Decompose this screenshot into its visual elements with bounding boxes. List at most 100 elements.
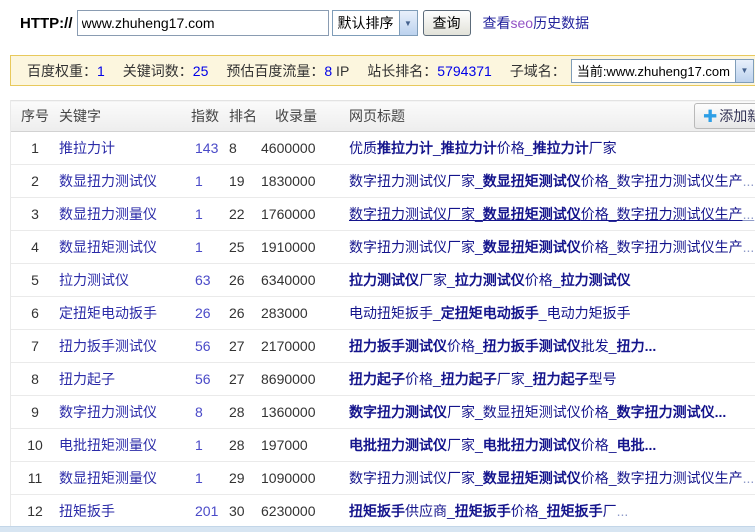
title-segment: ... xyxy=(645,338,657,354)
keyword-link[interactable]: 数显扭力测量仪 xyxy=(59,198,191,231)
page-title-link[interactable]: 扭力起子价格_扭力起子厂家_扭力起子型号 xyxy=(349,363,755,396)
keyword-rank: 27 xyxy=(229,330,261,363)
page-title-link[interactable]: 优质推拉力计_推拉力计价格_推拉力计厂家 xyxy=(349,132,755,165)
row-number: 4 xyxy=(11,231,59,264)
keyword-index[interactable]: 1 xyxy=(191,231,229,264)
row-number: 1 xyxy=(11,132,59,165)
keyword-rank: 28 xyxy=(229,429,261,462)
keyword-index[interactable]: 1 xyxy=(191,429,229,462)
keyword-link[interactable]: 电批扭矩测量仪 xyxy=(59,429,191,462)
table-row: 12扭矩扳手201306230000扭矩扳手供应商_扭矩扳手价格_扭矩扳手厂..… xyxy=(11,495,755,528)
stat-item: 站长排名：5794371 xyxy=(367,63,492,79)
keyword-rank: 30 xyxy=(229,495,261,528)
title-segment: _电动力矩扳手 xyxy=(539,305,631,321)
title-segment: 拉力测试仪 xyxy=(349,272,419,288)
stat-label: 预估百度流量： xyxy=(226,63,324,79)
keyword-index[interactable]: 56 xyxy=(191,363,229,396)
page-title-link[interactable]: 拉力测试仪厂家_拉力测试仪价格_拉力测试仪 xyxy=(349,264,755,297)
keyword-link[interactable]: 扭矩扳手 xyxy=(59,495,191,528)
column-header-vol: 收录量 xyxy=(261,101,349,132)
page-title-link[interactable]: 扭力扳手测试仪价格_扭力扳手测试仪批发_扭力... xyxy=(349,330,755,363)
stat-item: 预估百度流量：8 IP xyxy=(226,63,349,79)
page-title-link[interactable]: 数字扭力测试仪厂家_数显扭矩测试仪价格_数字扭力测试仪... xyxy=(349,396,755,429)
history-link-suffix: 历史数据 xyxy=(533,15,589,31)
title-segment: ... xyxy=(715,404,727,420)
keyword-link[interactable]: 扭力起子 xyxy=(59,363,191,396)
sort-select[interactable]: 默认排序 ▼ xyxy=(332,10,418,36)
page-title-link[interactable]: 电动扭矩扳手_定扭矩电动扳手_电动力矩扳手 xyxy=(349,297,755,330)
keyword-index[interactable]: 63 xyxy=(191,264,229,297)
table-row: 9数字扭力测试仪8281360000数字扭力测试仪厂家_数显扭矩测试仪价格_数字… xyxy=(11,396,755,429)
bottom-scroll-strip[interactable] xyxy=(0,526,755,532)
table-row: 8扭力起子56278690000扭力起子价格_扭力起子厂家_扭力起子型号 xyxy=(11,363,755,396)
page-title-link[interactable]: 数字扭力测试仪厂家_数显扭矩测试仪价格_数字扭力测试仪生产... xyxy=(349,462,755,495)
keyword-index[interactable]: 1 xyxy=(191,165,229,198)
title-segment: 扭矩扳手 xyxy=(455,503,511,519)
keyword-index[interactable]: 201 xyxy=(191,495,229,528)
page-title-link[interactable]: 数字扭力测试仪厂家_数显扭矩测试仪价格_数字扭力测试仪生产... xyxy=(349,198,755,231)
row-number: 10 xyxy=(11,429,59,462)
table-row: 5拉力测试仪63266340000拉力测试仪厂家_拉力测试仪价格_拉力测试仪 xyxy=(11,264,755,297)
table-row: 6定扭矩电动扳手2626283000电动扭矩扳手_定扭矩电动扳手_电动力矩扳手 xyxy=(11,297,755,330)
keyword-link[interactable]: 拉力测试仪 xyxy=(59,264,191,297)
title-segment: 价格_数字扭力测试仪生产 xyxy=(581,173,743,189)
url-input[interactable] xyxy=(77,10,329,36)
included-volume: 283000 xyxy=(261,297,349,330)
keyword-rank: 26 xyxy=(229,297,261,330)
page-title-link[interactable]: 数字扭力测试仪厂家_数显扭矩测试仪价格_数字扭力测试仪生产... xyxy=(349,165,755,198)
keyword-link[interactable]: 数显扭力测试仪 xyxy=(59,165,191,198)
row-number: 9 xyxy=(11,396,59,429)
title-segment: 供应商_ xyxy=(405,503,455,519)
subdomain-select[interactable]: 当前:www.zhuheng17.com ▼ xyxy=(571,59,754,83)
title-segment: 拉力测试仪 xyxy=(455,272,525,288)
keyword-index[interactable]: 8 xyxy=(191,396,229,429)
history-link-prefix: 查看 xyxy=(483,15,511,31)
keyword-index[interactable]: 1 xyxy=(191,198,229,231)
keyword-link[interactable]: 定扭矩电动扳手 xyxy=(59,297,191,330)
page-title-link[interactable]: 数字扭力测试仪厂家_数显扭矩测试仪价格_数字扭力测试仪生产... xyxy=(349,231,755,264)
keyword-index[interactable]: 26 xyxy=(191,297,229,330)
title-segment: 型号 xyxy=(589,371,617,387)
keyword-rank: 8 xyxy=(229,132,261,165)
title-segment: 数字扭力测试仪厂家_ xyxy=(349,470,483,486)
row-number: 12 xyxy=(11,495,59,528)
keyword-index[interactable]: 56 xyxy=(191,330,229,363)
page-title-link[interactable]: 电批扭力测试仪厂家_电批扭力测试仪价格_电批... xyxy=(349,429,755,462)
included-volume: 8690000 xyxy=(261,363,349,396)
title-segment: 数显扭矩测试仪 xyxy=(483,239,581,255)
keyword-rank: 27 xyxy=(229,363,261,396)
title-segment: ... xyxy=(617,503,629,519)
title-segment: 价格_数字扭力测试仪生产 xyxy=(581,239,743,255)
page-title-link[interactable]: 扭矩扳手供应商_扭矩扳手价格_扭矩扳手厂... xyxy=(349,495,755,528)
title-segment: 扭矩扳手 xyxy=(547,503,603,519)
keyword-link[interactable]: 数显扭矩测试仪 xyxy=(59,231,191,264)
keyword-link[interactable]: 数字扭力测试仪 xyxy=(59,396,191,429)
row-number: 8 xyxy=(11,363,59,396)
keyword-link[interactable]: 扭力扳手测试仪 xyxy=(59,330,191,363)
subdomain-select-value: 当前:www.zhuheng17.com xyxy=(572,61,735,80)
keyword-link[interactable]: 推拉力计 xyxy=(59,132,191,165)
keyword-link[interactable]: 数显扭矩测量仪 xyxy=(59,462,191,495)
keyword-index[interactable]: 143 xyxy=(191,132,229,165)
title-segment: 电批 xyxy=(617,437,645,453)
title-segment: 厂家_ xyxy=(447,437,483,453)
title-segment: ... xyxy=(645,437,657,453)
title-segment: 数字扭力测试仪厂家_ xyxy=(349,239,483,255)
seo-history-link[interactable]: 查看seo历史数据 xyxy=(483,13,590,33)
title-segment: 价格_ xyxy=(581,437,617,453)
keyword-rank: 28 xyxy=(229,396,261,429)
title-segment: 厂家_ xyxy=(419,272,455,288)
title-segment: 厂 xyxy=(603,503,617,519)
title-segment: 价格_ xyxy=(447,338,483,354)
title-segment: 价格_数字扭力测试仪生产 xyxy=(581,470,743,486)
sort-select-value: 默认排序 xyxy=(333,13,399,33)
title-segment: 厂家_ xyxy=(497,371,533,387)
query-button[interactable]: 查询 xyxy=(423,10,471,36)
add-keyword-button[interactable]: ✚ 添加新词 xyxy=(694,103,755,129)
keyword-index[interactable]: 1 xyxy=(191,462,229,495)
title-segment: 电动扭矩扳手_ xyxy=(349,305,441,321)
title-segment: 数显扭矩测试仪 xyxy=(483,206,581,222)
chevron-down-icon: ▼ xyxy=(399,11,417,35)
row-number: 6 xyxy=(11,297,59,330)
table-row: 11数显扭矩测量仪1291090000数字扭力测试仪厂家_数显扭矩测试仪价格_数… xyxy=(11,462,755,495)
